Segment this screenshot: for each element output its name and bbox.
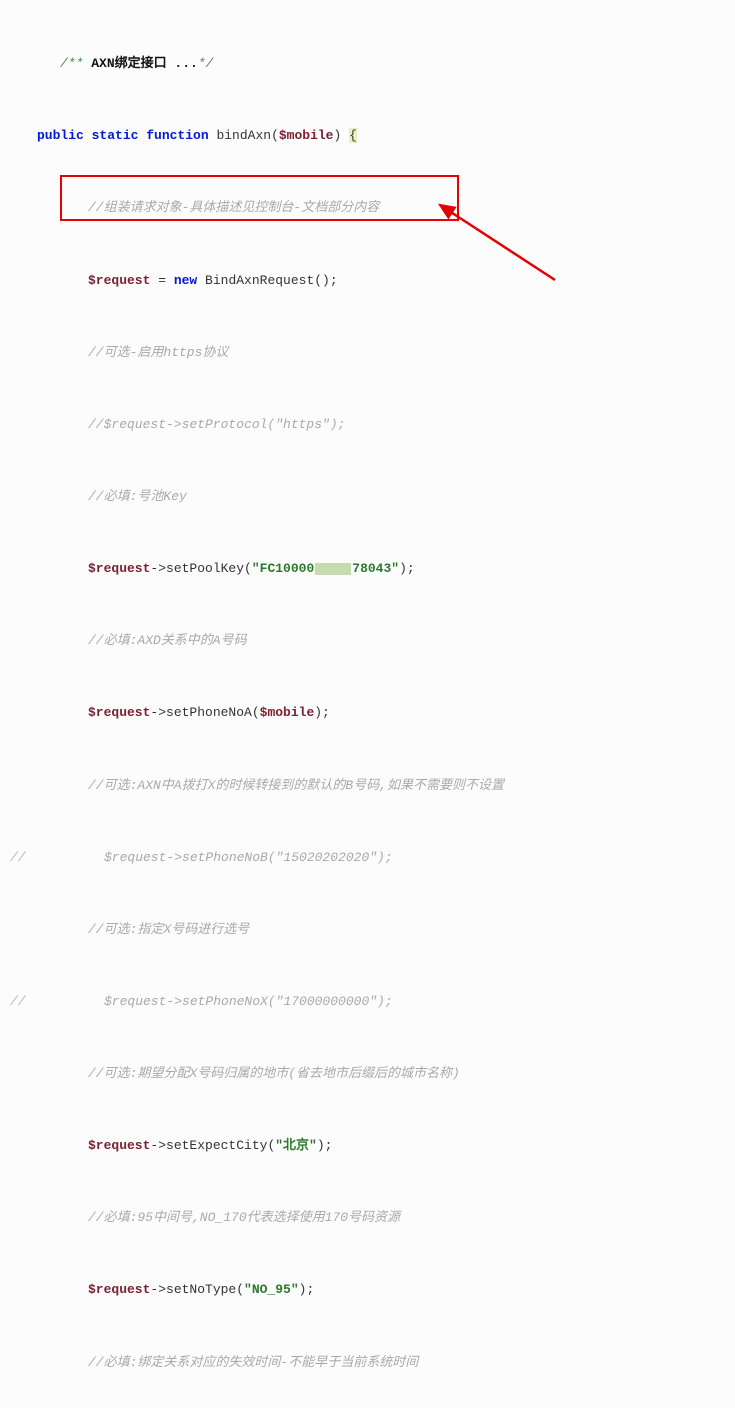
code-line: //可选-启用https协议: [10, 341, 735, 365]
comment: //可选-启用https协议: [88, 345, 228, 360]
code-line: //必填:95中间号,NO_170代表选择使用170号码资源: [10, 1206, 735, 1230]
code-line: // $request->setPhoneNoB("15020202020");: [10, 846, 735, 870]
comment: //可选:指定X号码进行选号: [88, 922, 249, 937]
redacted-text: [315, 563, 351, 575]
code-line: //可选:AXN中A拨打X的时候转接到的默认的B号码,如果不需要则不设置: [10, 774, 735, 798]
code-editor: /** AXN绑定接口 ...*/ public static function…: [0, 0, 735, 1408]
code-line: public static function bindAxn($mobile) …: [10, 124, 735, 148]
comment: /** AXN绑定接口 ...*/: [60, 56, 213, 71]
code-line: //$request->setProtocol("https");: [10, 413, 735, 437]
comment: //必填:号池Key: [88, 489, 187, 504]
code-line: // $request->setPhoneNoX("17000000000");: [10, 990, 735, 1014]
keyword: public static function: [37, 128, 209, 143]
code-line: //可选:指定X号码进行选号: [10, 918, 735, 942]
gutter-marker: //: [10, 990, 26, 1014]
open-brace: {: [349, 128, 357, 143]
code-line: $request->setExpectCity("北京");: [10, 1134, 735, 1158]
code-line: //必填:号池Key: [10, 485, 735, 509]
comment: //必填:95中间号,NO_170代表选择使用170号码资源: [88, 1210, 400, 1225]
code-line: //组装请求对象-具体描述见控制台-文档部分内容: [10, 196, 735, 220]
comment: //必填:绑定关系对应的失效时间-不能早于当前系统时间: [88, 1355, 418, 1370]
code-line: $request->setNoType("NO_95");: [10, 1278, 735, 1302]
code-line: $request->setPhoneNoA($mobile);: [10, 701, 735, 725]
comment: //$request->setProtocol("https");: [88, 417, 345, 432]
comment: $request->setPhoneNoX("17000000000");: [104, 994, 393, 1009]
code-line: //必填:绑定关系对应的失效时间-不能早于当前系统时间: [10, 1351, 735, 1375]
comment: //组装请求对象-具体描述见控制台-文档部分内容: [88, 200, 379, 215]
code-line: //可选:期望分配X号码归属的地市(省去地市后缀后的城市名称): [10, 1062, 735, 1086]
code-line: /** AXN绑定接口 ...*/: [10, 52, 735, 76]
code-line-highlighted: $request->setPoolKey("FC1000078043");: [10, 557, 735, 581]
comment: $request->setPhoneNoB("15020202020");: [104, 850, 393, 865]
comment: //可选:AXN中A拨打X的时候转接到的默认的B号码,如果不需要则不设置: [88, 778, 504, 793]
comment: //可选:期望分配X号码归属的地市(省去地市后缀后的城市名称): [88, 1066, 460, 1081]
comment: //必填:AXD关系中的A号码: [88, 633, 247, 648]
gutter-marker: //: [10, 846, 26, 870]
code-line: $request = new BindAxnRequest();: [10, 269, 735, 293]
code-line: //必填:AXD关系中的A号码: [10, 629, 735, 653]
